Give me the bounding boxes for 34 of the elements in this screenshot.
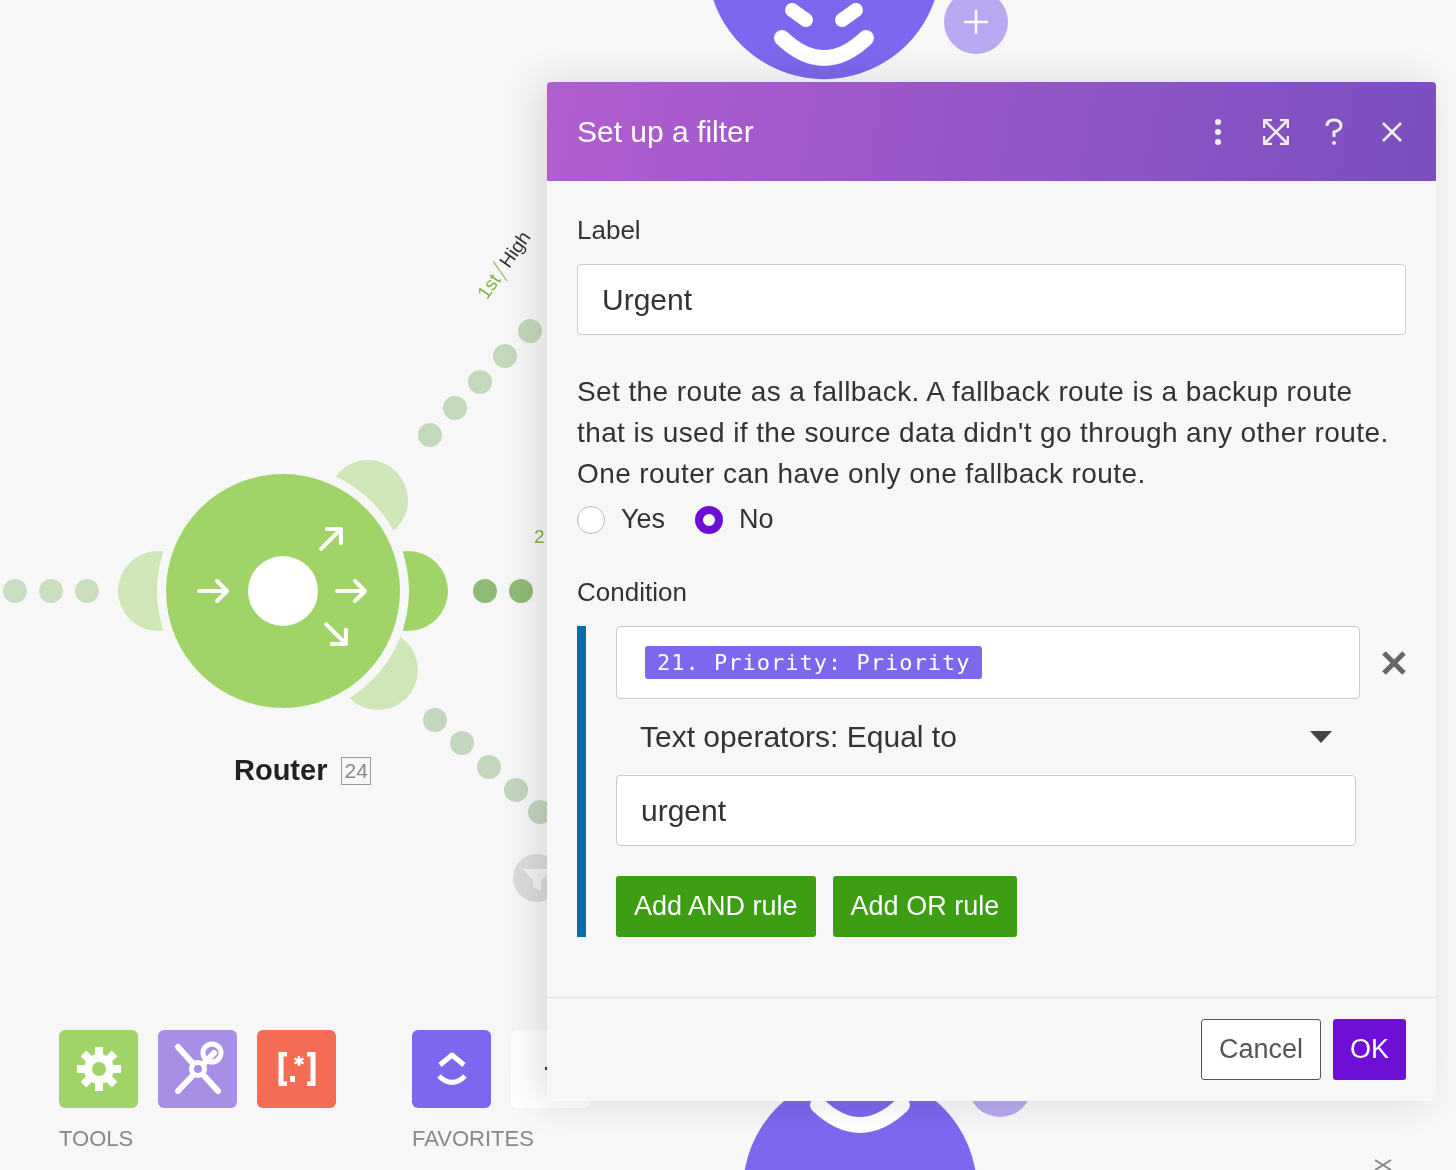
radio-option[interactable]: Yes (577, 504, 666, 535)
radio-option[interactable]: No (695, 504, 774, 535)
toolbar-group-label: FAVORITES (412, 1126, 535, 1152)
add-icon[interactable] (944, 0, 1008, 54)
route-order-label: 1st (473, 269, 506, 304)
tool-tile[interactable] (412, 1030, 491, 1108)
tool-tile[interactable] (59, 1030, 138, 1108)
input-field[interactable]: Urgent (577, 264, 1406, 335)
gear-icon (75, 1046, 122, 1092)
module-title: Router (234, 754, 328, 787)
dialog-title: Set up a filter (577, 114, 755, 149)
ok-button[interactable]: OK (1333, 1019, 1406, 1080)
brackets-icon (276, 1052, 317, 1086)
close-icon[interactable] (1374, 1159, 1392, 1170)
tool-tile[interactable] (257, 1030, 336, 1108)
route-drawing (473, 579, 533, 603)
tool-tile[interactable] (158, 1030, 237, 1108)
module-number-badge: 24 (341, 756, 371, 785)
radio-button[interactable] (695, 505, 724, 534)
cancel-button[interactable]: Cancel (1200, 1019, 1321, 1080)
mapped-item-tag[interactable]: 21. Priority: Priority (645, 646, 983, 679)
toolbar-group-label: TOOLS (59, 1126, 135, 1152)
remove-icon[interactable] (1382, 650, 1406, 675)
module-drawing[interactable] (713, 0, 935, 80)
operator-dropdown[interactable]: Text operators: Equal to (616, 699, 1356, 775)
input-field[interactable]: urgent (616, 775, 1356, 846)
field-label: Condition (577, 577, 688, 608)
input-field[interactable]: 21. Priority: Priority (616, 626, 1360, 699)
field-label: Label (577, 215, 642, 246)
description-text: Set the route as a fallback. A fallback route is a backup route that is used if the source data didn't go through any other route. One router can have only one fallback route. (577, 375, 1390, 491)
caret-icon (1310, 731, 1332, 743)
radio-button[interactable] (577, 505, 605, 534)
expand-icon[interactable] (1262, 117, 1290, 146)
route-order-label: 2 (534, 526, 545, 548)
